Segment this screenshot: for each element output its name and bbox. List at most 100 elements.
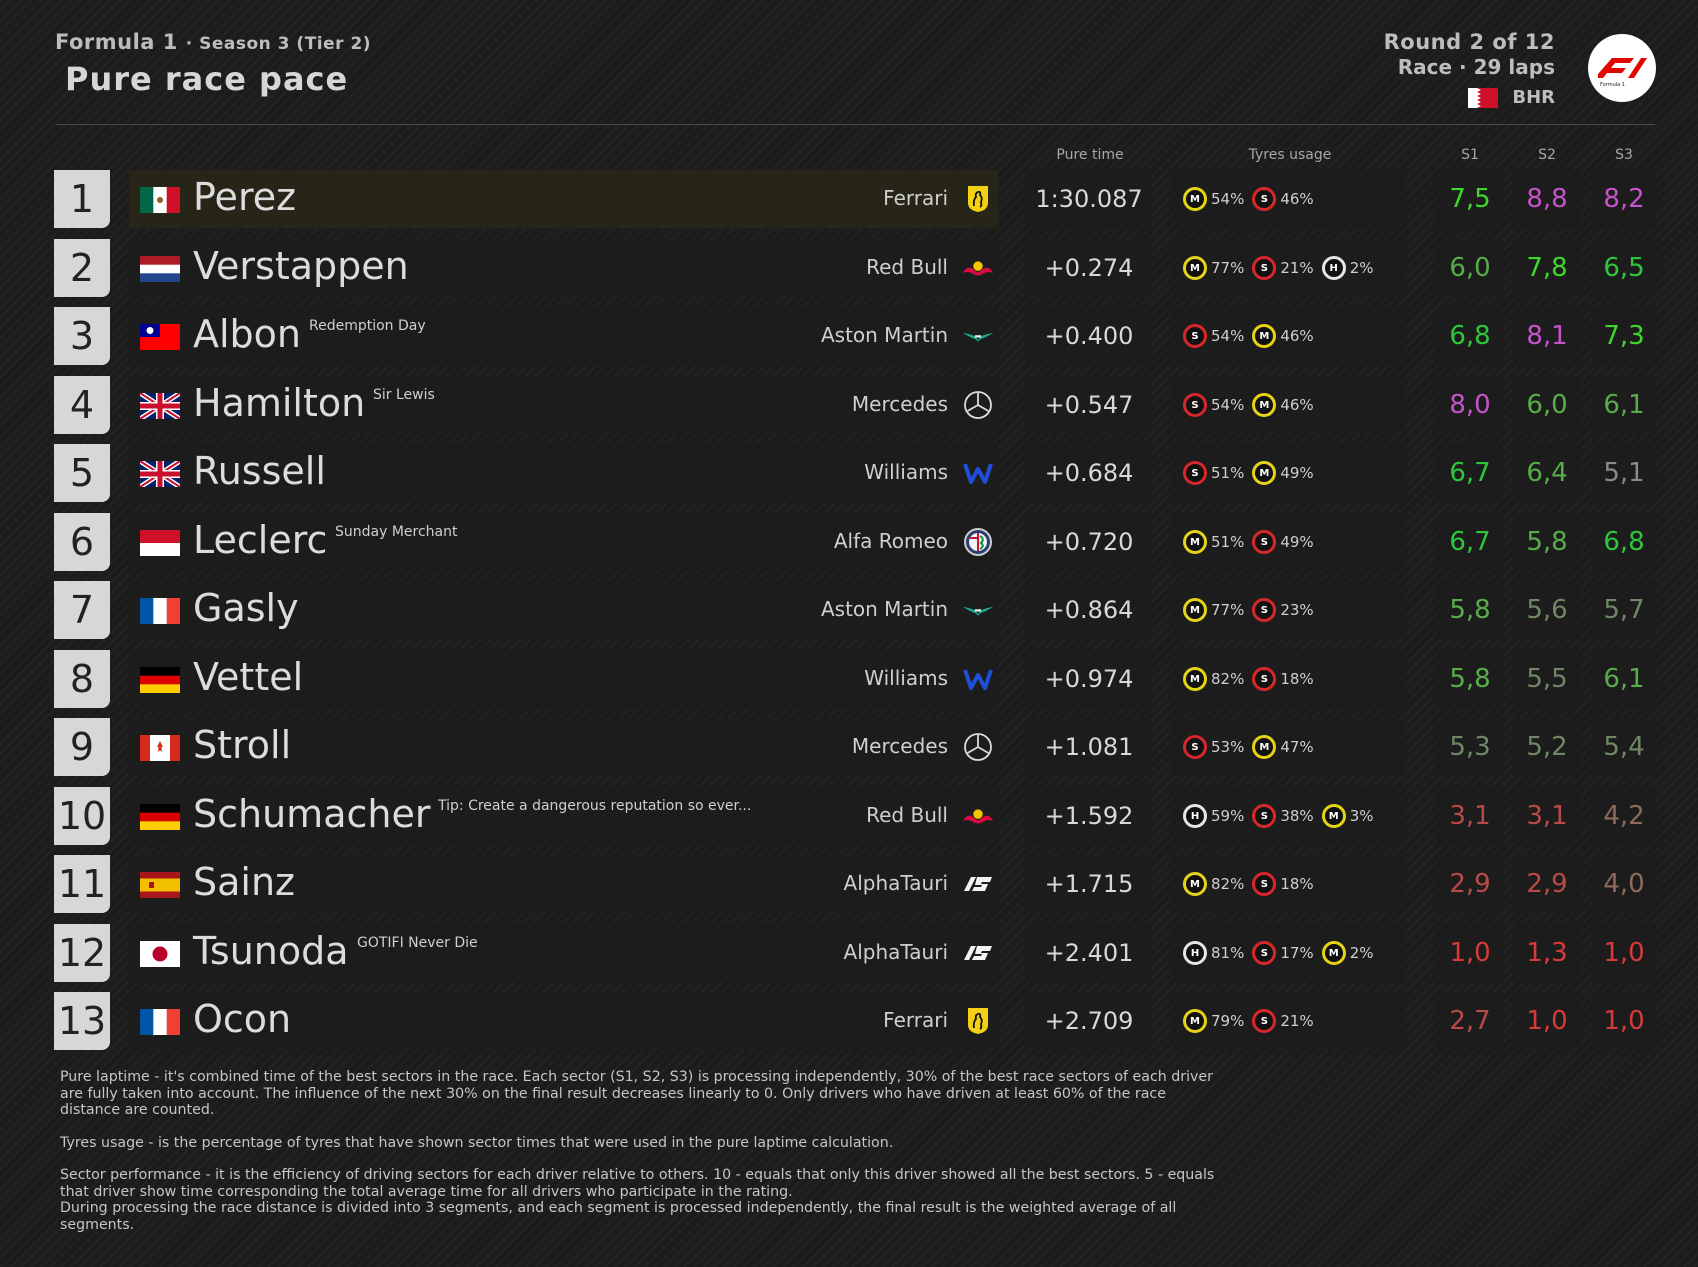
table-row: 9 Stroll Mercedes +1.081 S 53% M 47% 5,3… xyxy=(54,718,1657,776)
sector-2-score: 5,8 xyxy=(1514,513,1580,571)
country-flag-icon xyxy=(140,461,180,487)
col-s3: S3 xyxy=(1615,147,1633,163)
round-info: Round 2 of 12 xyxy=(1383,30,1555,54)
ferrari-horse-icon xyxy=(962,1005,994,1037)
pure-time: +0.547 xyxy=(1026,376,1152,434)
note-segments: During processing the race distance is d… xyxy=(60,1200,1177,1233)
footnotes: Pure laptime - it's combined time of the… xyxy=(60,1069,1220,1249)
tyre-percent: 46% xyxy=(1280,327,1314,345)
team-name: Aston Martin xyxy=(820,597,948,621)
tyre-compound-icon: S xyxy=(1183,735,1207,759)
sector-1-score: 5,8 xyxy=(1437,581,1503,639)
pure-time: +0.684 xyxy=(1026,444,1152,502)
mercedes-star-icon xyxy=(962,731,994,763)
ferrari-horse-icon xyxy=(962,183,994,215)
team-name: Aston Martin xyxy=(820,323,948,347)
tyre-compound-icon: M xyxy=(1183,598,1207,622)
sector-2-score: 8,8 xyxy=(1514,170,1580,228)
tyre-usage: S 21% xyxy=(1252,256,1314,280)
tyre-usage: M 77% xyxy=(1183,256,1244,280)
tyre-percent: 77% xyxy=(1211,259,1245,277)
tyre-compound-icon: M xyxy=(1321,941,1346,965)
driver-cell: Leclerc Sunday Merchant Alfa Romeo xyxy=(129,513,998,571)
col-tyres: Tyres usage xyxy=(1248,147,1332,163)
f1-logo-icon: Formula 1 xyxy=(1588,34,1656,102)
tyre-compound-icon: M xyxy=(1183,256,1207,280)
team-name: Red Bull xyxy=(866,255,948,279)
sector-1-score: 2,9 xyxy=(1437,855,1503,913)
tyre-compound-icon: M xyxy=(1183,667,1207,691)
tyre-usage: M 47% xyxy=(1252,735,1314,759)
driver-cell: Verstappen Red Bull xyxy=(129,239,998,297)
country-flag-icon xyxy=(140,256,180,282)
tyre-percent: 21% xyxy=(1280,259,1314,277)
tyre-compound-icon: S xyxy=(1252,872,1277,896)
tyre-percent: 2% xyxy=(1349,944,1374,962)
position-badge: 3 xyxy=(54,307,110,365)
tyre-percent: 54% xyxy=(1211,396,1245,414)
tyres-cell: S 54% M 46% xyxy=(1173,376,1405,434)
sector-1-score: 3,1 xyxy=(1437,787,1503,845)
tyre-usage: S 18% xyxy=(1252,872,1314,896)
sector-3-score: 1,0 xyxy=(1591,992,1657,1050)
tyre-compound-icon: M xyxy=(1183,530,1207,554)
tyres-cell: S 54% M 46% xyxy=(1173,307,1405,365)
sector-3-score: 5,7 xyxy=(1591,581,1657,639)
table-row: 3 Albon Redemption Day Aston Martin +0.4… xyxy=(54,307,1657,365)
tyre-compound-icon: S xyxy=(1252,530,1277,554)
tyres-cell: M 77% S 21% H 2% xyxy=(1173,239,1405,297)
pure-time: 1:30.087 xyxy=(1026,170,1152,228)
sector-1-score: 7,5 xyxy=(1437,170,1503,228)
tyre-percent: 3% xyxy=(1349,807,1374,825)
tyre-compound-icon: S xyxy=(1183,393,1207,417)
position-badge: 7 xyxy=(54,581,110,639)
tyre-percent: 82% xyxy=(1211,670,1245,688)
tyre-percent: 2% xyxy=(1349,259,1374,277)
tyre-compound-icon: M xyxy=(1252,461,1277,485)
country-code: BHR xyxy=(1512,87,1555,108)
tyre-usage: H 59% xyxy=(1183,804,1244,828)
driver-name: Leclerc xyxy=(193,518,328,562)
sector-1-score: 2,7 xyxy=(1437,992,1503,1050)
driver-name: Sainz xyxy=(193,860,295,904)
driver-cell: Vettel Williams xyxy=(129,650,998,708)
driver-nickname: Sir Lewis xyxy=(373,387,435,403)
red-bull-icon xyxy=(962,800,994,832)
mercedes-star-icon xyxy=(962,389,994,421)
position-badge: 10 xyxy=(54,787,110,845)
sector-2-score: 3,1 xyxy=(1514,787,1580,845)
tyre-compound-icon: H xyxy=(1183,941,1207,965)
tyre-usage: H 2% xyxy=(1321,256,1374,280)
sector-3-score: 6,1 xyxy=(1591,650,1657,708)
tyre-compound-icon: M xyxy=(1183,872,1207,896)
pure-time: +1.715 xyxy=(1026,855,1152,913)
pure-time: +0.720 xyxy=(1026,513,1152,571)
position-badge: 4 xyxy=(54,376,110,434)
tyre-compound-icon: M xyxy=(1321,804,1346,828)
series-name: Formula 1 xyxy=(55,30,178,54)
tyre-percent: 17% xyxy=(1280,944,1314,962)
table-row: 13 Ocon Ferrari +2.709 M 79% S 21% 2,7 1… xyxy=(54,992,1657,1050)
tyre-usage: M 79% xyxy=(1183,1009,1244,1033)
col-pure-time: Pure time xyxy=(1056,147,1124,163)
table-row: 6 Leclerc Sunday Merchant Alfa Romeo +0.… xyxy=(54,513,1657,571)
tyre-compound-icon: S xyxy=(1252,941,1277,965)
series-line: Formula 1 · Season 3 (Tier 2) xyxy=(55,30,372,54)
tyre-compound-icon: S xyxy=(1183,461,1207,485)
tyre-usage: S 38% xyxy=(1252,804,1314,828)
tyre-usage: M 82% xyxy=(1183,667,1244,691)
bahrain-flag-icon xyxy=(1468,87,1499,108)
table-row: 2 Verstappen Red Bull +0.274 M 77% S 21%… xyxy=(54,239,1657,297)
tyre-percent: 53% xyxy=(1211,738,1245,756)
sector-1-score: 5,8 xyxy=(1437,650,1503,708)
sector-2-score: 2,9 xyxy=(1514,855,1580,913)
position-badge: 11 xyxy=(54,855,110,913)
country-flag-icon xyxy=(140,667,180,693)
tyre-usage: S 23% xyxy=(1252,598,1314,622)
tyre-percent: 38% xyxy=(1280,807,1314,825)
country-flag-icon xyxy=(140,872,180,898)
country-flag-icon xyxy=(140,804,180,830)
pure-time: +1.592 xyxy=(1026,787,1152,845)
tyre-usage: S 21% xyxy=(1252,1009,1314,1033)
tyre-percent: 79% xyxy=(1211,1012,1245,1030)
